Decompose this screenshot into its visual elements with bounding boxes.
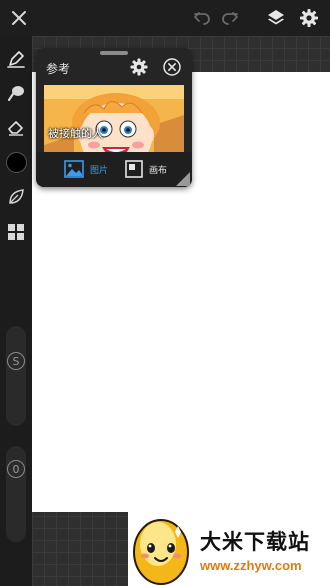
image-icon xyxy=(64,160,84,178)
pen-tool-button[interactable] xyxy=(3,46,29,72)
leaf-icon xyxy=(9,189,24,204)
tab-canvas-label: 画布 xyxy=(149,165,168,176)
watermark-banner: 大米下载站 www.zzhyw.com xyxy=(128,512,330,586)
canvas-icon xyxy=(125,160,143,178)
tab-image[interactable]: 图片 xyxy=(64,158,108,180)
eraser-icon xyxy=(8,121,23,136)
close-circle-icon xyxy=(163,58,181,76)
close-button[interactable] xyxy=(5,4,33,32)
redo-icon xyxy=(222,12,238,25)
resize-corner-icon xyxy=(176,172,190,186)
close-icon xyxy=(12,11,26,25)
reference-close-button[interactable] xyxy=(162,57,182,77)
tab-canvas[interactable]: 画布 xyxy=(125,158,167,180)
brush-library-button[interactable] xyxy=(3,184,29,210)
left-toolbar: S 0 xyxy=(0,36,32,586)
tab-image-label: 图片 xyxy=(90,165,109,176)
brush-size-label: S xyxy=(12,354,20,368)
brush-size-knob[interactable]: S xyxy=(7,352,25,370)
top-bar xyxy=(0,0,330,36)
app-root: S 0 参考 被接触的人 图片 画布 大米下载站 www.zzhyw.com xyxy=(0,0,330,586)
gear-icon xyxy=(130,58,148,76)
smudge-tool-button[interactable] xyxy=(3,80,29,106)
resize-handle[interactable] xyxy=(176,171,190,186)
brand-name: 大米下载站 xyxy=(200,530,310,554)
egg-mascot-logo xyxy=(133,519,189,585)
brand-url: www.zzhyw.com xyxy=(200,558,302,573)
settings-button[interactable] xyxy=(295,4,323,32)
undo-icon xyxy=(194,12,210,25)
reference-source-tabs: 图片 画布 xyxy=(36,152,192,187)
smudge-icon xyxy=(7,86,24,102)
undo-button[interactable] xyxy=(188,4,216,32)
gear-icon xyxy=(300,9,318,27)
materials-button[interactable] xyxy=(3,219,29,245)
color-picker-button[interactable] xyxy=(3,149,29,175)
layers-button[interactable] xyxy=(262,4,290,32)
opacity-knob[interactable]: 0 xyxy=(7,460,25,478)
reference-title: 参考 xyxy=(46,62,71,76)
eraser-tool-button[interactable] xyxy=(3,114,29,140)
redo-button[interactable] xyxy=(216,4,244,32)
brush-size-slider[interactable] xyxy=(6,326,26,426)
reference-settings-button[interactable] xyxy=(129,57,149,77)
layers-icon xyxy=(268,10,284,25)
current-color-swatch xyxy=(5,151,27,173)
grid-icon xyxy=(8,224,24,240)
drag-handle[interactable] xyxy=(100,51,128,55)
reference-panel[interactable]: 参考 被接触的人 图片 画布 xyxy=(36,48,192,187)
opacity-label: 0 xyxy=(12,462,20,476)
pen-icon xyxy=(7,51,25,68)
image-caption: 被接触的人 xyxy=(48,127,103,140)
